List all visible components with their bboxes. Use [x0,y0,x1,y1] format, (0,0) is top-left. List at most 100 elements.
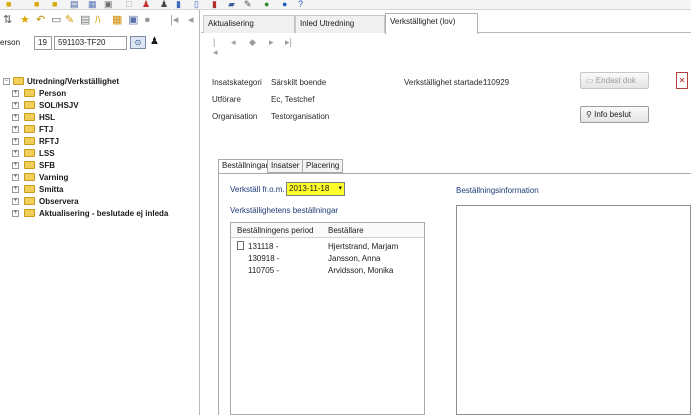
person-century-field[interactable]: 19 [34,36,52,50]
endast-dok-label: Endast dok [595,76,636,85]
orders-list[interactable]: Beställningens period Beställare 131118 … [230,222,425,415]
folder-icon [24,173,35,181]
window-icon[interactable]: ▭ [51,14,61,26]
current-record-icon[interactable]: ◆ [249,37,256,48]
expand-icon[interactable]: + [12,174,19,181]
tree-item-label: RFTJ [39,137,59,146]
expand-icon[interactable]: + [12,210,19,217]
tree-item-label: HSL [39,113,55,122]
first-icon[interactable]: |◂ [170,14,178,26]
folder-icon [24,89,35,97]
expand-icon[interactable]: + [12,114,19,121]
document-icon[interactable]: ▮ [176,0,181,9]
list-icon[interactable]: ▦ [112,14,122,26]
person-search-icon[interactable]: ⊙ [130,36,146,49]
utforare-label: Utförare [212,95,241,104]
report-icon[interactable]: ▮ [212,0,217,9]
expand-icon[interactable]: + [12,138,19,145]
verkstall-date-field[interactable]: 2013-11-18 ▾ [286,182,345,196]
tree-item-label: LSS [39,149,55,158]
help-icon[interactable]: ● [282,0,287,9]
help-pointer-icon[interactable]: ? [298,0,303,9]
expand-icon[interactable]: + [12,126,19,133]
info-beslut-label: Info beslut [594,110,632,119]
page-icon[interactable]: □ [126,0,131,9]
table-row[interactable]: 110705 - Arvidsson, Monika [231,265,424,277]
table-row[interactable]: 130918 - Jansson, Anna [231,253,424,265]
person-icon[interactable]: ♟ [150,36,159,47]
tree-item-label: SFB [39,161,55,170]
verkstall-date-value: 2013-11-18 [289,184,330,193]
tree-root-label: Utredning/Verkställighet [27,77,120,86]
next-record-icon[interactable]: ▸ [269,37,274,48]
tree-item-label: Person [39,89,67,98]
folder-icon [24,209,35,217]
row-period: 130918 - [248,254,280,263]
mail-icon[interactable]: ▰ [228,0,235,9]
record-icon[interactable]: ● [144,14,151,26]
folder-icon [24,185,35,193]
folder-icon [24,125,35,133]
first-record-icon[interactable]: |◂ [213,37,218,58]
prev-record-icon[interactable]: ◂ [231,37,236,48]
info-beslut-button[interactable]: ⚲ Info beslut [580,106,649,123]
tree-item-label: SOL/HSJV [39,101,79,110]
endast-dok-button[interactable]: ▭ Endast dok [580,72,649,89]
expand-icon[interactable]: + [12,198,19,205]
info-icon[interactable]: ● [264,0,269,9]
subtab-insatser[interactable]: Insatser [267,159,304,173]
star-icon[interactable]: ★ [20,14,30,26]
subtab-bestallningar[interactable]: Beställningar [218,159,273,174]
main-pane: Aktualisering Inled Utredning Verkställi… [201,10,691,415]
folder-icon [24,101,35,109]
export-icon[interactable]: ▯ [194,0,199,9]
expand-icon[interactable]: + [12,102,19,109]
expand-icon[interactable]: + [12,162,19,169]
copy-icon[interactable]: ▤ [80,14,90,26]
order-info-title: Beställningsinformation [456,186,539,195]
person-label: erson [0,38,21,47]
last-record-icon[interactable]: ▸| [285,37,292,48]
utforare-value: Ec, Testchef [271,95,315,104]
table-icon[interactable]: ▤ [70,0,79,9]
open-icon[interactable]: ■ [52,0,57,9]
person-id-field[interactable]: 591103-TF20 [54,36,127,50]
expand-icon[interactable]: + [12,90,19,97]
close-icon[interactable]: ✕ [676,72,688,89]
dropdown-arrow-icon[interactable]: ▾ [338,183,342,195]
row-orderer: Hjertstrand, Marjam [328,242,399,251]
tools-icon[interactable]: ✎ [244,0,252,9]
table-row[interactable]: 131118 - Hjertstrand, Marjam [231,241,424,253]
save-icon[interactable]: ■ [6,0,11,9]
tree-item-label: FTJ [39,125,54,134]
print-icon[interactable]: ▣ [104,0,113,9]
edit-icon[interactable]: ✎ [65,14,74,26]
person-icon[interactable]: ♟ [160,0,168,9]
prev-icon[interactable]: ◂ [188,14,194,26]
sort-icon[interactable]: ⇅ [3,14,12,26]
tab-verkstallighet[interactable]: Verkställighet (lov) [385,13,478,34]
tree-item-label: Varning [39,173,69,182]
row-period: 110705 - [248,266,279,275]
expand-icon[interactable]: + [12,150,19,157]
column-orderer[interactable]: Beställare [328,226,364,235]
column-period[interactable]: Beställningens period [237,226,314,235]
folder-icon [13,77,24,85]
orders-title: Verkställighetens beställningar [230,206,339,215]
tree-item-label: Observera [39,197,79,206]
folder-icon[interactable]: ■ [34,0,39,9]
magnifier-icon: ⚲ [586,110,592,119]
main-toolbar: ■ ■ ■ ▤ ▦ ▣ □ ♟ ♟ ▮ ▯ ▮ ▰ ✎ ● ● ? [0,0,691,10]
people-icon[interactable]: ♟ [142,0,150,9]
undo-icon[interactable]: ↶ [36,14,45,26]
collapse-icon[interactable]: − [3,78,10,85]
order-info-box[interactable] [456,205,691,415]
tab-aktualisering[interactable]: Aktualisering [203,15,295,33]
grid-icon[interactable]: ▦ [88,0,97,9]
tree-icon[interactable]: ﾊ [95,14,101,26]
subtab-placering[interactable]: Placering [302,159,344,173]
expand-icon[interactable]: + [12,186,19,193]
calendar-icon[interactable]: ▣ [128,14,138,26]
tab-inled-utredning[interactable]: Inled Utredning [295,15,385,33]
insatskategori-label: Insatskategori [212,78,262,87]
